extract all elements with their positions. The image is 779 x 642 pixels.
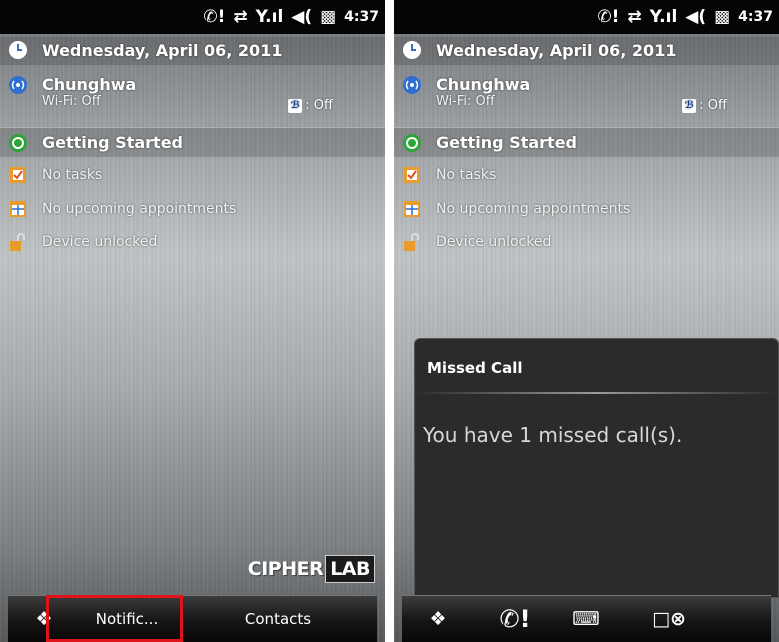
- lock-row[interactable]: Device unlocked: [394, 228, 779, 256]
- signal-strength-icon[interactable]: Y.ıl: [256, 8, 284, 26]
- popup-message: You have 1 missed call(s).: [423, 423, 683, 447]
- clock-time[interactable]: 4:37: [738, 9, 773, 25]
- volume-icon[interactable]: ◀(: [291, 8, 312, 26]
- battery-icon[interactable]: ▩: [320, 8, 336, 26]
- missed-call-popup[interactable]: Missed Call You have 1 missed call(s).: [414, 338, 779, 598]
- connectivity-row[interactable]: Chunghwa Wi-Fi: Off ℬ : Off: [394, 71, 779, 123]
- getting-started-label: Getting Started: [436, 133, 577, 152]
- connectivity-row[interactable]: Chunghwa Wi-Fi: Off ℬ : Off: [0, 71, 385, 123]
- bluetooth-status: ℬ : Off: [682, 98, 727, 113]
- phone-screen-right: ✆! ⇄ Y.ıl ◀( ▩ 4:37 Wednesday, April 06,…: [394, 0, 779, 642]
- tasks-row[interactable]: No tasks: [0, 161, 385, 189]
- volume-icon[interactable]: ◀(: [685, 8, 706, 26]
- getting-started-icon: [9, 134, 27, 152]
- dismiss-notification-icon[interactable]: □⊗: [649, 596, 689, 642]
- clock-time[interactable]: 4:37: [344, 9, 379, 25]
- data-connection-icon[interactable]: ⇄: [233, 8, 247, 26]
- date-row[interactable]: Wednesday, April 06, 2011: [394, 37, 779, 65]
- unlock-icon: [404, 233, 419, 251]
- bluetooth-status-text: : Off: [699, 98, 727, 113]
- date-text: Wednesday, April 06, 2011: [42, 41, 283, 60]
- bluetooth-icon: ℬ: [288, 98, 303, 113]
- keyboard-icon[interactable]: ⌨: [566, 596, 606, 642]
- soft-key-bar: ❖ ✆! ⌨ □⊗: [402, 595, 771, 642]
- status-bar[interactable]: ✆! ⇄ Y.ıl ◀( ▩ 4:37: [0, 0, 385, 34]
- wifi-status: Wi-Fi: Off: [436, 94, 495, 109]
- call-softkey-icon[interactable]: ✆!: [495, 596, 535, 642]
- bluetooth-icon: ℬ: [682, 98, 697, 113]
- popup-divider: [415, 392, 778, 394]
- popup-title: Missed Call: [427, 359, 523, 377]
- date-text: Wednesday, April 06, 2011: [436, 41, 677, 60]
- logo-part-lab: LAB: [325, 555, 375, 583]
- lock-row[interactable]: Device unlocked: [0, 228, 385, 256]
- wifi-status: Wi-Fi: Off: [42, 94, 101, 109]
- lock-status-text: Device unlocked: [436, 234, 552, 250]
- date-row[interactable]: Wednesday, April 06, 2011: [0, 37, 385, 65]
- logo-part-cipher: CIPHER: [247, 558, 324, 580]
- wireless-icon: [9, 76, 27, 94]
- calendar-row[interactable]: No upcoming appointments: [0, 195, 385, 223]
- getting-started-icon: [403, 134, 421, 152]
- getting-started-row[interactable]: Getting Started: [0, 127, 385, 157]
- cipherlab-logo: CIPHER LAB: [248, 554, 375, 584]
- calendar-row[interactable]: No upcoming appointments: [394, 195, 779, 223]
- missed-call-icon[interactable]: ✆!: [203, 8, 225, 26]
- tasks-text: No tasks: [436, 167, 497, 183]
- battery-icon[interactable]: ▩: [714, 8, 730, 26]
- highlight-box: [46, 595, 183, 642]
- tasks-icon: [404, 167, 420, 183]
- getting-started-row[interactable]: Getting Started: [394, 127, 779, 157]
- unlock-icon: [10, 233, 25, 251]
- wireless-icon: [403, 76, 421, 94]
- windows-start-icon[interactable]: ❖: [418, 596, 458, 642]
- contacts-softkey[interactable]: Contacts: [213, 596, 343, 642]
- operator-name: Chunghwa: [436, 75, 531, 94]
- clock-icon: [9, 41, 27, 59]
- tasks-row[interactable]: No tasks: [394, 161, 779, 189]
- getting-started-label: Getting Started: [42, 133, 183, 152]
- calendar-icon: [10, 201, 26, 217]
- clock-icon: [403, 41, 421, 59]
- tasks-icon: [10, 167, 26, 183]
- phone-screen-left: ✆! ⇄ Y.ıl ◀( ▩ 4:37 Wednesday, April 06,…: [0, 0, 385, 642]
- appointments-text: No upcoming appointments: [42, 201, 237, 217]
- bluetooth-status: ℬ : Off: [288, 98, 333, 113]
- data-connection-icon[interactable]: ⇄: [627, 8, 641, 26]
- lock-status-text: Device unlocked: [42, 234, 158, 250]
- signal-strength-icon[interactable]: Y.ıl: [650, 8, 678, 26]
- missed-call-icon[interactable]: ✆!: [597, 8, 619, 26]
- status-bar[interactable]: ✆! ⇄ Y.ıl ◀( ▩ 4:37: [394, 0, 779, 34]
- bluetooth-status-text: : Off: [305, 98, 333, 113]
- operator-name: Chunghwa: [42, 75, 137, 94]
- appointments-text: No upcoming appointments: [436, 201, 631, 217]
- calendar-icon: [404, 201, 420, 217]
- tasks-text: No tasks: [42, 167, 103, 183]
